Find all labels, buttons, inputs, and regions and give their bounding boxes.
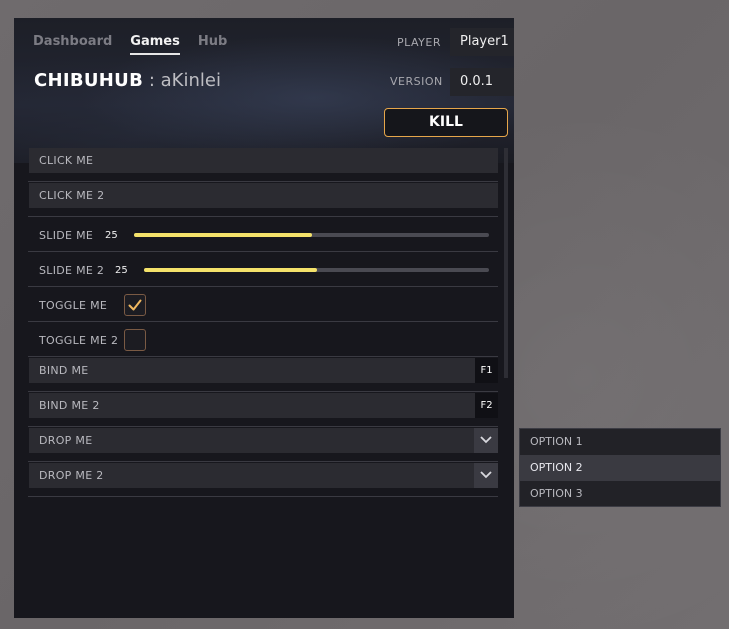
- dropdown-option-3[interactable]: OPTION 3: [520, 481, 720, 507]
- slide-me-2-row: SLIDE ME 2 25: [28, 252, 498, 287]
- button-bg: [29, 148, 498, 173]
- drop-me-2-dropdown[interactable]: DROP ME 2: [28, 462, 498, 497]
- version-field[interactable]: 0.0.1: [450, 68, 514, 96]
- dropdown-menu: OPTION 1 OPTION 2 OPTION 3: [519, 428, 721, 507]
- chevron-down-icon[interactable]: [474, 463, 498, 488]
- toggle-me-2-label: TOGGLE ME 2: [39, 334, 119, 347]
- slide-me-2-label: SLIDE ME 2: [39, 264, 105, 277]
- player-label: PLAYER: [397, 36, 441, 49]
- dropdown-bg: [29, 428, 498, 453]
- page-title: CHIBUHUB : aKinlei: [34, 70, 221, 91]
- drop-me-dropdown[interactable]: DROP ME: [28, 427, 498, 462]
- toggle-me-2-row: TOGGLE ME 2: [28, 322, 498, 357]
- slide-me-2-slider[interactable]: [144, 268, 489, 272]
- bind-me-button[interactable]: BIND ME F1: [28, 357, 498, 392]
- hub-window: Dashboard Games Hub CHIBUHUB : aKinlei P…: [14, 18, 514, 618]
- slide-me-row: SLIDE ME 25: [28, 217, 498, 252]
- slide-me-2-value: 25: [115, 265, 128, 276]
- title-subtitle: : aKinlei: [148, 70, 221, 91]
- click-me-2-label: CLICK ME 2: [39, 189, 105, 202]
- toggle-me-label: TOGGLE ME: [39, 299, 108, 312]
- slide-me-slider[interactable]: [134, 233, 489, 237]
- scrollbar[interactable]: [504, 148, 508, 378]
- bind-me-2-button[interactable]: BIND ME 2 F2: [28, 392, 498, 427]
- bind-me-2-label: BIND ME 2: [39, 399, 100, 412]
- version-label: VERSION: [390, 75, 443, 88]
- tab-games[interactable]: Games: [130, 34, 180, 55]
- click-me-2-button[interactable]: CLICK ME 2: [28, 182, 498, 217]
- tab-hub[interactable]: Hub: [198, 34, 227, 55]
- brand-name: CHIBUHUB: [34, 70, 144, 91]
- dropdown-option-2[interactable]: OPTION 2: [520, 455, 720, 481]
- slider-fill: [134, 233, 312, 237]
- slide-me-value: 25: [105, 230, 118, 241]
- player-field[interactable]: Player1: [450, 28, 514, 56]
- toggle-me-checkbox[interactable]: [124, 294, 146, 316]
- drop-me-label: DROP ME: [39, 434, 93, 447]
- bind-me-label: BIND ME: [39, 364, 89, 377]
- button-bg: [29, 358, 498, 383]
- chevron-down-icon[interactable]: [474, 428, 498, 453]
- keybind-badge: F1: [475, 358, 498, 383]
- dropdown-option-1[interactable]: OPTION 1: [520, 429, 720, 455]
- drop-me-2-label: DROP ME 2: [39, 469, 104, 482]
- tab-bar: Dashboard Games Hub: [33, 34, 227, 55]
- toggle-me-row: TOGGLE ME: [28, 287, 498, 322]
- check-icon: [128, 299, 142, 311]
- slide-me-label: SLIDE ME: [39, 229, 94, 242]
- click-me-button[interactable]: CLICK ME: [28, 147, 498, 182]
- slider-fill: [144, 268, 317, 272]
- keybind-badge: F2: [475, 393, 498, 418]
- toggle-me-2-checkbox[interactable]: [124, 329, 146, 351]
- tab-dashboard[interactable]: Dashboard: [33, 34, 112, 55]
- click-me-label: CLICK ME: [39, 154, 94, 167]
- kill-button[interactable]: KILL: [384, 108, 508, 137]
